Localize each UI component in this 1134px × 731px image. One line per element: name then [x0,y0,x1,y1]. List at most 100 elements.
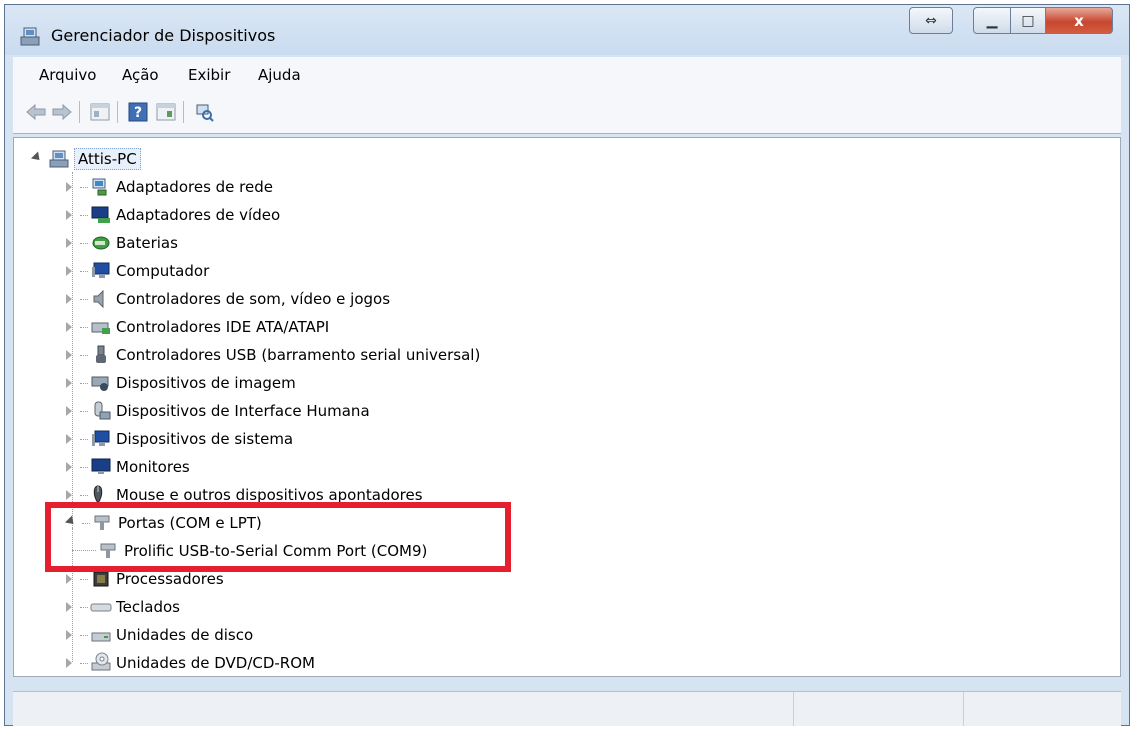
forward-arrow-icon[interactable] [51,101,73,123]
tree-item-controladores-de-som-video-e-jogos[interactable]: Controladores de som, vídeo e jogos [66,286,390,312]
computer-icon [90,260,112,282]
tree-item-label: Controladores USB (barramento serial uni… [116,346,481,364]
tree-item-label: Adaptadores de vídeo [116,206,281,224]
close-button[interactable]: x [1045,7,1113,34]
resize-button[interactable]: ⇔ [909,7,953,34]
toolbar-separator [117,101,118,123]
expand-arrow-icon[interactable] [66,602,72,612]
device-tree[interactable]: Attis-PC Adaptadores de rede Adaptadores d… [13,137,1121,677]
expand-arrow-icon[interactable] [66,266,72,276]
display-adapter-icon [90,204,112,226]
menu-exibir[interactable]: Exibir [188,66,230,84]
tree-item-label: Dispositivos de imagem [116,374,296,392]
expand-arrow-icon[interactable] [66,182,72,192]
device-manager-icon [19,25,41,47]
tree-item-label: Controladores de som, vídeo e jogos [116,290,391,308]
tree-item-label: Unidades de DVD/CD-ROM [116,654,315,672]
tree-item-teclados[interactable]: Teclados [66,594,180,620]
tree-connector [80,354,88,356]
monitor-icon [90,456,112,478]
menu-ajuda[interactable]: Ajuda [258,66,301,84]
usb-icon [90,344,112,366]
tree-item-controladores-ide-ata-atapi[interactable]: Controladores IDE ATA/ATAPI [66,314,329,340]
expand-arrow-icon[interactable] [66,490,72,500]
toolbar: ? [13,91,1121,134]
collapse-arrow-icon[interactable] [30,150,44,164]
highlight-box [45,502,511,572]
expand-arrow-icon[interactable] [66,658,72,668]
tree-item-label: Dispositivos de Interface Humana [116,402,370,420]
tree-item-label: Processadores [116,570,224,588]
expand-arrow-icon[interactable] [66,630,72,640]
maximize-button[interactable]: □ [1010,7,1046,34]
tree-item-label: Teclados [116,598,180,616]
expand-arrow-icon[interactable] [66,574,72,584]
properties-console-icon[interactable] [89,101,111,123]
menu-acao[interactable]: Ação [122,66,159,84]
expand-arrow-icon[interactable] [66,238,72,248]
imaging-device-icon [90,372,112,394]
tree-connector [80,410,88,412]
tree-item-label: Monitores [116,458,190,476]
tree-item-dispositivos-de-sistema[interactable]: Dispositivos de sistema [66,426,293,452]
tree-item-adaptadores-de-rede[interactable]: Adaptadores de rede [66,174,273,200]
expand-arrow-icon[interactable] [66,378,72,388]
tree-item-unidades-de-disco[interactable]: Unidades de disco [66,622,253,648]
expand-arrow-icon[interactable] [66,294,72,304]
tree-item-unidades-de-dvd-cd-rom[interactable]: Unidades de DVD/CD-ROM [66,650,315,676]
title-bar[interactable]: Gerenciador de Dispositivos ⇔ ▁ □ x [5,5,1129,55]
action-pane-icon[interactable] [155,101,177,123]
menu-bar: Arquivo Ação Exibir Ajuda [13,57,1121,92]
device-manager-window: Gerenciador de Dispositivos ⇔ ▁ □ x Arqu… [4,4,1130,726]
status-separator [963,692,964,726]
ide-controller-icon [90,316,112,338]
tree-item-monitores[interactable]: Monitores [66,454,190,480]
tree-connector [80,242,88,244]
disk-drive-icon [90,624,112,646]
help-icon[interactable]: ? [127,101,149,123]
keyboard-icon [90,596,112,618]
tree-connector [80,494,88,496]
tree-item-dispositivos-de-interface-humana[interactable]: Dispositivos de Interface Humana [66,398,370,424]
tree-item-label: Baterias [116,234,178,252]
tree-item-label: Controladores IDE ATA/ATAPI [116,318,330,336]
tree-connector [80,298,88,300]
menu-arquivo[interactable]: Arquivo [39,66,96,84]
tree-connector [80,382,88,384]
expand-arrow-icon[interactable] [66,406,72,416]
scan-hardware-icon[interactable] [193,101,215,123]
tree-item-label: Computador [116,262,210,280]
dvd-drive-icon [90,652,112,674]
minimize-button[interactable]: ▁ [973,7,1011,34]
tree-connector [80,186,88,188]
status-bar [13,691,1121,726]
back-arrow-icon[interactable] [25,101,47,123]
tree-connector [80,466,88,468]
tree-connector [80,326,88,328]
toolbar-separator [79,101,80,123]
tree-item-computador[interactable]: Computador [66,258,209,284]
tree-root[interactable]: Attis-PC [30,146,141,172]
expand-arrow-icon[interactable] [66,350,72,360]
tree-connector [80,578,88,580]
battery-icon [90,232,112,254]
tree-item-label: Adaptadores de rede [116,178,273,196]
expand-arrow-icon[interactable] [66,462,72,472]
expand-arrow-icon[interactable] [66,210,72,220]
tree-item-baterias[interactable]: Baterias [66,230,178,256]
tree-item-adaptadores-de-video[interactable]: Adaptadores de vídeo [66,202,280,228]
system-device-icon [90,428,112,450]
tree-connector [80,214,88,216]
hid-icon [90,400,112,422]
tree-connector [80,662,88,664]
svg-text:?: ? [134,105,142,121]
computer-root-icon [48,148,70,170]
network-adapter-icon [90,176,112,198]
tree-item-controladores-usb-barramento-serial-universal[interactable]: Controladores USB (barramento serial uni… [66,342,480,368]
tree-item-dispositivos-de-imagem[interactable]: Dispositivos de imagem [66,370,296,396]
expand-arrow-icon[interactable] [66,322,72,332]
toolbar-separator [183,101,184,123]
expand-arrow-icon[interactable] [66,434,72,444]
tree-connector [80,270,88,272]
status-separator [793,692,794,726]
